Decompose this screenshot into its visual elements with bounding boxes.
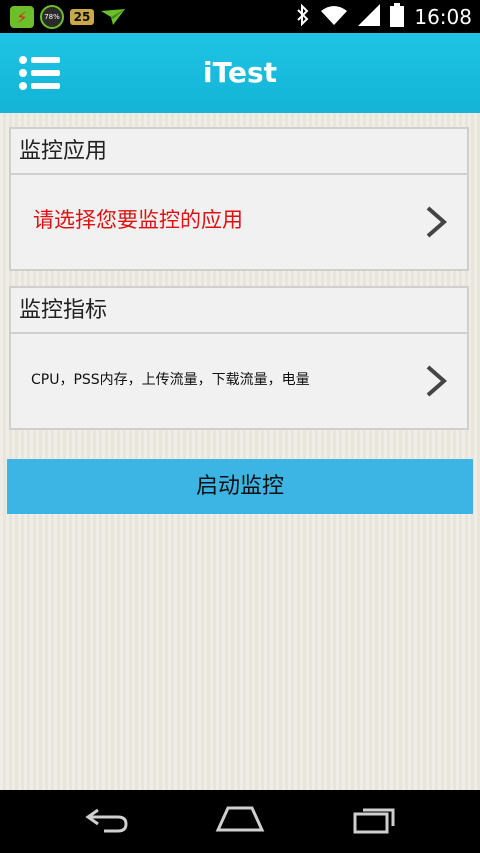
badge-icon: 25 [70,9,94,25]
home-icon [215,804,265,838]
clock: 16:08 [414,5,472,29]
select-metrics-row[interactable]: CPU，PSS内存，上传流量，下载流量，电量 [11,334,467,428]
chevron-right-icon [425,205,448,239]
chevron-right-icon [425,364,448,398]
gauge-text: 78% [44,13,60,21]
notification-icons: ⚡ 78% 25 [10,5,126,29]
recents-button[interactable] [350,804,400,838]
bluetooth-icon [296,3,310,30]
recents-icon [351,804,399,838]
start-monitor-button[interactable]: 启动监控 [7,459,473,514]
back-button[interactable] [82,804,132,838]
monitor-app-header: 监控应用 [11,129,467,175]
home-button[interactable] [215,804,265,838]
select-app-row[interactable]: 请选择您要监控的应用 [11,175,467,269]
gauge-icon: 78% [40,5,64,29]
select-app-prompt: 请选择您要监控的应用 [33,208,243,232]
monitor-metrics-card: 监控指标 CPU，PSS内存，上传流量，下载流量，电量 [9,286,469,430]
wifi-icon [320,4,348,30]
system-indicators: 16:08 [296,3,472,31]
battery-icon [390,3,405,31]
badge-number: 25 [73,10,91,24]
metrics-value: CPU，PSS内存，上传流量，下载流量，电量 [31,372,310,388]
app-title: iTest [202,56,278,89]
navigation-bar [0,790,480,853]
app-store-icon: ⚡ [10,6,34,28]
status-bar: ⚡ 78% 25 16:08 [0,0,480,33]
signal-icon [358,4,381,30]
monitor-metrics-header: 监控指标 [11,288,467,334]
main-content: 监控应用 请选择您要监控的应用 监控指标 CPU，PSS内存，上传流量，下载流量… [0,113,480,790]
send-icon [100,6,126,28]
app-bar: iTest [0,33,480,113]
monitor-app-card: 监控应用 请选择您要监控的应用 [9,127,469,271]
back-icon [84,804,130,838]
